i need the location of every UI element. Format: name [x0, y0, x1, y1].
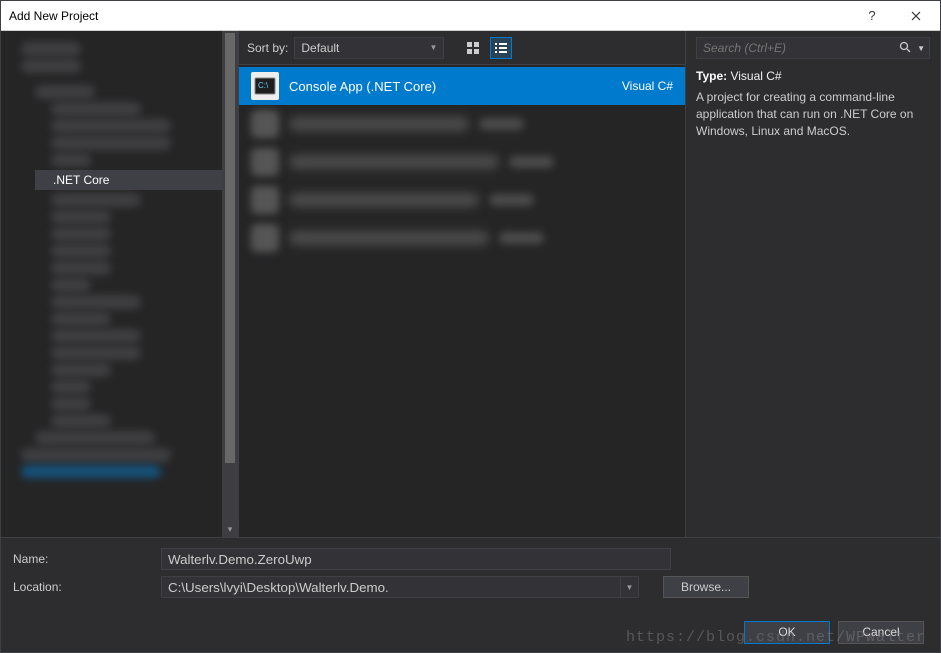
scrollbar-down-arrow[interactable]: ▾ — [222, 521, 238, 537]
tree-item-blurred[interactable] — [21, 42, 81, 56]
template-lang-blurred — [509, 156, 554, 168]
console-app-icon: C:\ — [251, 72, 279, 100]
tree-item-blurred[interactable] — [51, 261, 111, 275]
template-lang-blurred — [499, 232, 544, 244]
browse-button[interactable]: Browse... — [663, 576, 749, 598]
cancel-button[interactable]: Cancel — [838, 621, 924, 644]
category-tree[interactable]: .NET Core — [1, 31, 230, 489]
template-row-selected[interactable]: C:\ Console App (.NET Core) Visual C# — [239, 67, 685, 105]
dialog-footer: https://blog.csdn.net/WPwalter OK Cancel — [1, 612, 940, 652]
tree-item-blurred[interactable] — [51, 278, 91, 292]
template-name-blurred — [289, 155, 499, 169]
tree-item-blurred[interactable] — [51, 244, 111, 258]
template-row-blurred[interactable] — [239, 105, 685, 143]
tree-item-blurred[interactable] — [51, 119, 171, 133]
tree-item-blurred[interactable] — [51, 380, 91, 394]
ok-button[interactable]: OK — [744, 621, 830, 644]
tree-link-blurred[interactable] — [21, 465, 161, 478]
center-column: Sort by: Default ▼ C:\ Cons — [239, 31, 685, 537]
tree-item-blurred[interactable] — [51, 102, 141, 116]
main-area: .NET Core — [1, 31, 940, 537]
name-label: Name: — [13, 552, 153, 566]
template-name-blurred — [289, 117, 469, 131]
tree-item-blurred[interactable] — [51, 153, 91, 167]
list-icon — [494, 41, 508, 55]
add-new-project-dialog: Add New Project ? .NET Core — [0, 0, 941, 653]
view-tiles-button[interactable] — [462, 37, 484, 59]
tree-item-blurred[interactable] — [51, 397, 91, 411]
tiles-icon — [466, 41, 480, 55]
search-box[interactable]: ▼ — [696, 37, 930, 59]
titlebar: Add New Project ? — [1, 1, 940, 31]
template-icon-blurred — [251, 110, 279, 138]
template-icon-blurred — [251, 148, 279, 176]
template-name-blurred — [289, 193, 479, 207]
detail-description: A project for creating a command-line ap… — [696, 89, 930, 139]
template-icon-blurred — [251, 224, 279, 252]
tree-item-selected[interactable]: .NET Core — [35, 170, 230, 190]
location-row: Location: ▼ Browse... — [13, 576, 924, 598]
chevron-down-icon: ▼ — [429, 43, 437, 52]
detail-type-row: Type: Visual C# — [696, 69, 930, 83]
tree-item-blurred[interactable] — [51, 295, 141, 309]
search-dropdown-icon[interactable]: ▼ — [915, 44, 925, 53]
search-input[interactable] — [703, 41, 895, 55]
window-title: Add New Project — [9, 9, 850, 23]
svg-text:C:\: C:\ — [258, 81, 269, 90]
tree-item-blurred[interactable] — [51, 312, 111, 326]
tree-item-blurred[interactable] — [51, 136, 171, 150]
tree-item-blurred[interactable] — [21, 59, 81, 73]
template-icon-blurred — [251, 186, 279, 214]
template-row-blurred[interactable] — [239, 143, 685, 181]
help-button[interactable]: ? — [850, 2, 894, 30]
tree-item-blurred[interactable] — [51, 329, 141, 343]
search-icon[interactable] — [895, 41, 915, 56]
tree-item-blurred[interactable] — [51, 414, 111, 428]
tree-item-blurred[interactable] — [51, 227, 111, 241]
template-row-blurred[interactable] — [239, 181, 685, 219]
sidebar-scrollbar[interactable]: ▾ — [222, 31, 238, 537]
tree-item-blurred[interactable] — [51, 346, 141, 360]
detail-type-value: Visual C# — [730, 69, 781, 83]
tree-item-blurred[interactable] — [35, 85, 95, 99]
sort-toolbar: Sort by: Default ▼ — [239, 31, 685, 65]
tree-item-blurred[interactable] — [51, 193, 141, 207]
tree-item-blurred[interactable] — [51, 363, 111, 377]
detail-pane: ▼ Type: Visual C# A project for creating… — [685, 31, 940, 537]
location-label: Location: — [13, 580, 153, 594]
template-language: Visual C# — [622, 79, 673, 93]
template-lang-blurred — [489, 194, 534, 206]
template-row-blurred[interactable] — [239, 219, 685, 257]
template-list[interactable]: C:\ Console App (.NET Core) Visual C# — [239, 65, 685, 537]
location-dropdown-icon[interactable]: ▼ — [621, 576, 639, 598]
name-input[interactable] — [161, 548, 671, 570]
scrollbar-thumb[interactable] — [225, 33, 235, 463]
sortby-value: Default — [301, 41, 339, 55]
view-list-button[interactable] — [490, 37, 512, 59]
close-button[interactable] — [894, 2, 938, 30]
sortby-label: Sort by: — [247, 41, 288, 55]
category-sidebar: .NET Core — [1, 31, 239, 537]
tree-item-blurred[interactable] — [21, 448, 171, 462]
template-name: Console App (.NET Core) — [289, 79, 612, 94]
tree-item-blurred[interactable] — [35, 431, 155, 445]
template-lang-blurred — [479, 118, 524, 130]
detail-type-label: Type: — [696, 69, 727, 83]
name-row: Name: — [13, 548, 924, 570]
template-name-blurred — [289, 231, 489, 245]
close-icon — [911, 11, 921, 21]
bottom-form: Name: Location: ▼ Browse... — [1, 537, 940, 612]
sortby-dropdown[interactable]: Default ▼ — [294, 37, 444, 59]
tree-item-blurred[interactable] — [51, 210, 111, 224]
location-input[interactable] — [161, 576, 621, 598]
